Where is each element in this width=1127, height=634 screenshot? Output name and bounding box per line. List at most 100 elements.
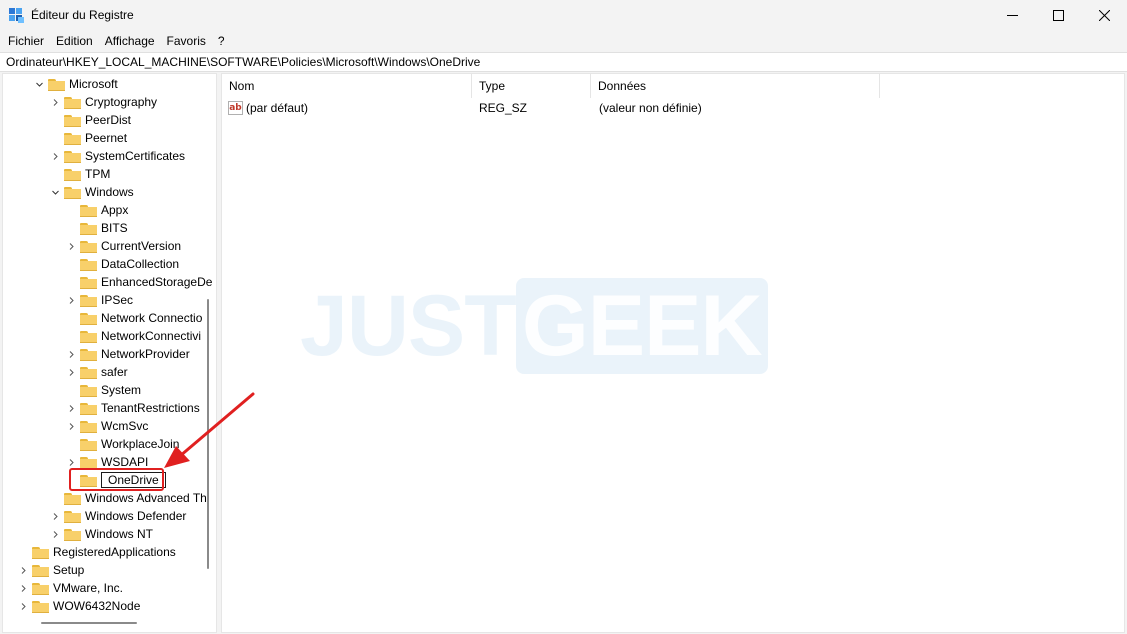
registry-tree[interactable]: Microsoft Cryptography PeerDist Peernet Syst… [2,73,217,633]
menu-fichier[interactable]: Fichier [2,31,50,51]
tree-item[interactable]: NetworkConnectivi [65,327,201,345]
chevron-right-icon[interactable] [49,93,61,111]
menu-bar: Fichier Edition Affichage Favoris ? [0,31,1127,51]
tree-item[interactable]: Windows NT [49,525,153,543]
folder-icon [80,420,97,433]
column-header-type[interactable]: Type [472,74,591,98]
tree-item[interactable]: TenantRestrictions [65,399,200,417]
close-button[interactable] [1081,0,1127,31]
menu-affichage[interactable]: Affichage [99,31,161,51]
tree-item[interactable]: Appx [65,201,128,219]
tree-item[interactable]: Windows Defender [49,507,186,525]
tree-item[interactable]: TPM [49,165,110,183]
horizontal-scrollbar[interactable] [41,622,137,624]
folder-icon [80,456,97,469]
highlight-box [69,468,164,491]
tree-item[interactable]: Setup [17,561,84,579]
chevron-right-icon[interactable] [17,561,29,579]
tree-item[interactable]: EnhancedStorageDe [65,273,212,291]
folder-icon [80,366,97,379]
tree-item[interactable]: SystemCertificates [49,147,185,165]
tree-item[interactable]: Peernet [49,129,127,147]
tree-item[interactable]: IPSec [65,291,133,309]
tree-item-label: TenantRestrictions [101,401,200,415]
tree-item[interactable]: WOW6432Node [17,597,140,615]
title-bar: Éditeur du Registre [0,0,1127,31]
chevron-right-icon[interactable] [65,363,77,381]
chevron-right-icon[interactable] [65,345,77,363]
tree-item-label: Windows Defender [85,509,187,523]
tree-item-label: DataCollection [101,257,180,271]
tree-item-label: Windows [85,185,134,199]
chevron-right-icon[interactable] [17,579,29,597]
chevron-right-icon[interactable] [49,147,61,165]
folder-icon [80,276,97,289]
tree-item-label: CurrentVersion [101,239,182,253]
tree-item[interactable]: VMware, Inc. [17,579,123,597]
menu-edition[interactable]: Edition [50,31,99,51]
tree-item-label: Peernet [85,131,128,145]
column-header-data[interactable]: Données [591,74,880,98]
folder-icon [80,384,97,397]
folder-icon [80,258,97,271]
folder-icon [64,114,81,127]
folder-icon [80,348,97,361]
tree-item[interactable]: BITS [65,219,128,237]
tree-item[interactable]: Network Connectio [65,309,202,327]
minimize-button[interactable] [989,0,1035,31]
tree-item[interactable]: System [65,381,141,399]
tree-item[interactable]: Windows [49,183,134,201]
tree-item[interactable]: safer [65,363,128,381]
tree-item[interactable]: NetworkProvider [65,345,190,363]
chevron-right-icon[interactable] [49,507,61,525]
address-bar[interactable]: Ordinateur\HKEY_LOCAL_MACHINE\SOFTWARE\P… [0,52,1127,72]
chevron-right-icon[interactable] [65,399,77,417]
tree-item[interactable]: Cryptography [49,93,157,111]
values-list[interactable]: Nom Type Données ab (par défaut) REG_SZ … [221,73,1125,633]
menu-help[interactable]: ? [212,31,231,51]
tree-item-label: safer [101,365,128,379]
chevron-down-icon[interactable] [49,183,61,201]
chevron-right-icon[interactable] [65,237,77,255]
menu-favoris[interactable]: Favoris [161,31,212,51]
tree-item[interactable]: WcmSvc [65,417,148,435]
tree-item-label: Network Connectio [101,311,203,325]
folder-icon [64,492,81,505]
tree-item-label: VMware, Inc. [53,581,124,595]
chevron-right-icon[interactable] [17,597,29,615]
tree-item[interactable]: RegisteredApplications [17,543,176,561]
chevron-right-icon[interactable] [49,525,61,543]
tree-item-label: WorkplaceJoin [101,437,180,451]
folder-icon [80,312,97,325]
tree-item[interactable]: Windows Advanced Th [49,489,207,507]
folder-icon [80,222,97,235]
folder-icon [32,546,49,559]
chevron-down-icon[interactable] [33,75,45,93]
tree-item-label: IPSec [101,293,134,307]
chevron-right-icon[interactable] [65,417,77,435]
tree-item-label: EnhancedStorageDe [101,275,213,289]
folder-icon [48,78,65,91]
tree-item[interactable]: DataCollection [65,255,179,273]
maximize-button[interactable] [1035,0,1081,31]
tree-item[interactable]: Microsoft [33,75,118,93]
value-row[interactable]: ab (par défaut) REG_SZ (valeur non défin… [222,99,1124,117]
tree-item[interactable]: CurrentVersion [65,237,181,255]
tree-item[interactable]: PeerDist [49,111,131,129]
vertical-scrollbar[interactable] [207,299,209,569]
folder-icon [64,510,81,523]
tree-item[interactable]: WorkplaceJoin [65,435,179,453]
folder-icon [64,528,81,541]
tree-item-label: RegisteredApplications [53,545,176,559]
column-header-name[interactable]: Nom [222,74,472,98]
chevron-right-icon[interactable] [65,291,77,309]
